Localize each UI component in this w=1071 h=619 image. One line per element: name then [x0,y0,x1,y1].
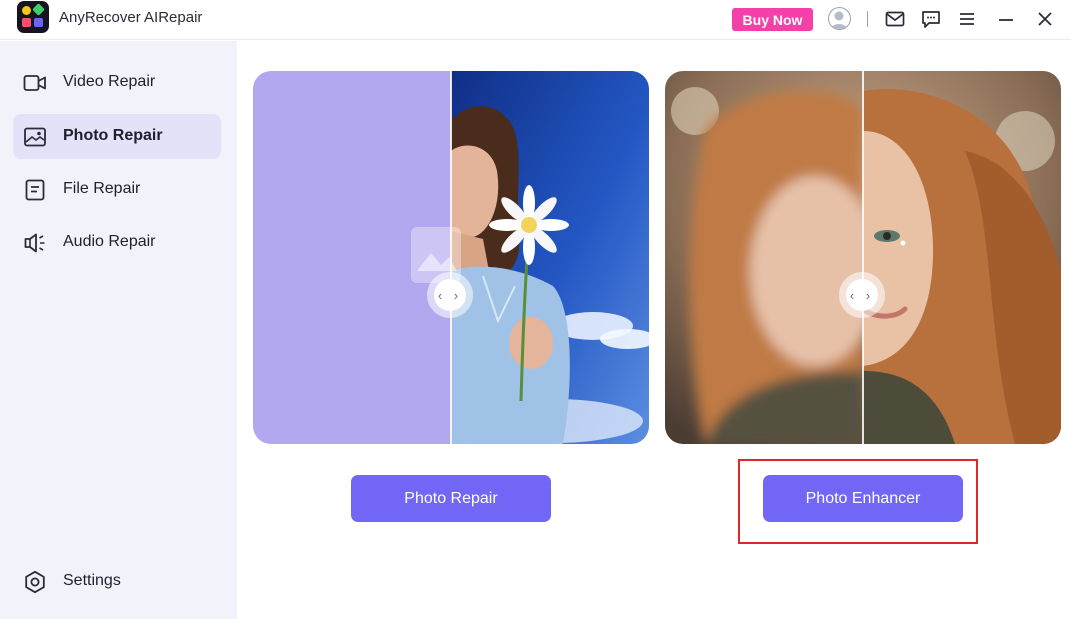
photo-repair-button[interactable]: Photo Repair [351,475,551,522]
buy-now-button[interactable]: Buy Now [732,8,813,31]
app-title: AnyRecover AIRepair [59,9,203,26]
gear-icon [23,570,47,594]
sidebar-item-label: Video Repair [63,73,156,90]
minimize-icon[interactable] [995,8,1017,30]
sidebar-item-audio-repair[interactable]: Audio Repair [13,220,221,265]
sidebar-item-label: Audio Repair [63,233,156,250]
sidebar-item-label: File Repair [63,180,141,197]
compare-handle[interactable]: ‹ › [839,272,885,318]
title-bar: AnyRecover AIRepair Buy Now [0,0,1071,40]
photo-icon [23,125,47,149]
compare-arrows-icon: ‹ › [434,279,466,311]
sidebar-item-file-repair[interactable]: File Repair [13,167,221,212]
compare-divider[interactable] [862,71,864,444]
compare-divider[interactable] [450,71,452,444]
file-icon [23,178,47,202]
highlight-box [738,459,978,544]
mail-icon[interactable] [884,8,906,30]
sidebar-item-photo-repair[interactable]: Photo Repair [13,114,221,159]
feedback-icon[interactable] [920,8,942,30]
settings-label: Settings [63,572,121,589]
sidebar-item-video-repair[interactable]: Video Repair [13,60,221,105]
photo-enhancer-preview[interactable]: ‹ › [665,71,1061,444]
compare-arrows-icon: ‹ › [846,279,878,311]
audio-icon [23,231,47,255]
photo-repair-preview[interactable]: ‹ › [253,71,649,444]
sidebar-item-label: Photo Repair [63,127,163,144]
avatar-icon[interactable] [828,7,851,30]
menu-icon[interactable] [956,8,978,30]
app-logo [17,1,49,33]
compare-handle[interactable]: ‹ › [427,272,473,318]
video-icon [23,71,47,95]
close-icon[interactable] [1034,8,1056,30]
settings-button[interactable]: Settings [13,559,221,604]
header-separator [867,11,868,27]
sidebar: Video Repair Photo Repair File Repair Au… [0,41,237,619]
